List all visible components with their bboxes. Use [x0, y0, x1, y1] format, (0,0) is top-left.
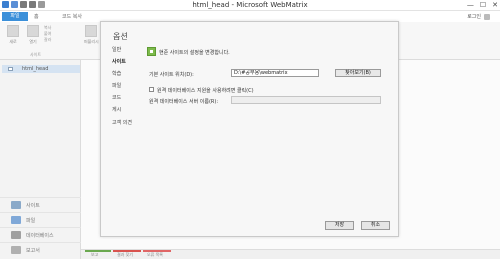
workspace-label: 보고서 [26, 248, 40, 254]
database-icon [11, 231, 21, 239]
new-label: 새로 [9, 39, 17, 44]
site-icon [11, 201, 21, 209]
remote-database-checkbox[interactable] [149, 87, 154, 92]
remote-server-input[interactable] [231, 96, 381, 104]
workspace-label: 데이터베이스 [26, 233, 54, 239]
reports-icon [11, 246, 21, 254]
workspace-files[interactable]: 파일 [0, 212, 81, 227]
title-bar: html_head - Microsoft WebMatrix — ☐ ✕ [0, 0, 500, 11]
ribbon-open-button[interactable]: 열기 [26, 25, 40, 45]
status-bar: 보고 결과 찾기 오류 목록 [81, 249, 500, 259]
tab-report[interactable]: 보고 [91, 252, 98, 258]
nav-site[interactable]: 사이트 [101, 56, 147, 68]
site-icon [147, 47, 156, 56]
nav-learning[interactable]: 학습 [101, 68, 147, 80]
tab-insert[interactable]: 코드 복사 [62, 13, 82, 20]
remote-server-label: 원격 데이터베이스 서버 이름(R): [149, 99, 219, 105]
workspace-reports[interactable]: 보고서 [0, 242, 81, 257]
tree-item-label: html_head [22, 66, 49, 72]
tab-file[interactable]: 파일 [2, 12, 28, 21]
nav-feedback[interactable]: 고객 의견 [101, 117, 147, 129]
workspace-database[interactable]: 데이터베이스 [0, 227, 81, 242]
open-label: 열기 [29, 39, 37, 44]
account-area[interactable]: 로그인 [467, 13, 490, 20]
workspace-label: 파일 [26, 218, 36, 224]
nav-files[interactable]: 파일 [101, 80, 147, 92]
cut-button[interactable]: 잘라 [44, 37, 66, 43]
site-settings-panel: 현준 사이트의 설정을 변경합니다. 기본 사이트 위치(D): D:\#공부용… [147, 44, 397, 204]
files-icon [11, 216, 21, 224]
dialog-title: 옵션 [113, 32, 128, 41]
options-nav: 일반 사이트 학습 파일 코드 게시 고객 의견 [101, 44, 147, 129]
save-button[interactable]: 저장 [325, 221, 354, 230]
ribbon-clipboard-group: 복사 붙여 잘라 [44, 25, 66, 43]
browse-button[interactable]: 찾아보기(B) [335, 69, 381, 77]
remote-database-checkbox-label[interactable]: 원격 데이터베이스 지원을 사용하려면 클릭(C) [157, 87, 254, 94]
ribbon-group-site: 사이트 [30, 52, 42, 57]
window-controls: — ☐ ✕ [467, 1, 498, 9]
navigation-pane: html_head 사이트 파일 데이터베이스 보고서 [0, 60, 81, 259]
minimize-button[interactable]: — [467, 1, 474, 9]
tree-item-site[interactable]: html_head [2, 65, 80, 73]
tab-find-results[interactable]: 결과 찾기 [117, 252, 133, 258]
maximize-button[interactable]: ☐ [480, 1, 486, 9]
tab-error-list[interactable]: 오류 목록 [147, 252, 163, 258]
window-title: html_head - Microsoft WebMatrix [192, 1, 308, 9]
new-icon [7, 25, 19, 37]
avatar-icon [484, 13, 490, 20]
user-name: 로그인 [467, 14, 481, 20]
folder-icon [8, 67, 13, 71]
close-button[interactable]: ✕ [492, 1, 498, 9]
nav-code[interactable]: 코드 [101, 92, 147, 104]
workspace-label: 사이트 [26, 203, 40, 209]
nav-publish[interactable]: 게시 [101, 104, 147, 116]
publish-label: 퍼블리시 [84, 39, 99, 44]
open-icon [27, 25, 39, 37]
ribbon-publish-button[interactable]: 퍼블리시 [84, 25, 99, 45]
options-dialog: 옵션 일반 사이트 학습 파일 코드 게시 고객 의견 현준 사이트의 설정을 … [100, 21, 399, 237]
tab-home[interactable]: 홈 [34, 13, 39, 20]
cancel-button[interactable]: 취소 [361, 221, 390, 230]
default-location-label: 기본 사이트 위치(D): [149, 72, 194, 78]
publish-icon [85, 25, 97, 37]
workspace-site[interactable]: 사이트 [0, 197, 81, 212]
nav-general[interactable]: 일반 [101, 44, 147, 56]
default-location-input[interactable]: D:\#공부용\webmatrix [231, 69, 319, 77]
ribbon-new-button[interactable]: 새로 [6, 25, 20, 45]
info-text: 현준 사이트의 설정을 변경합니다. [159, 50, 230, 56]
